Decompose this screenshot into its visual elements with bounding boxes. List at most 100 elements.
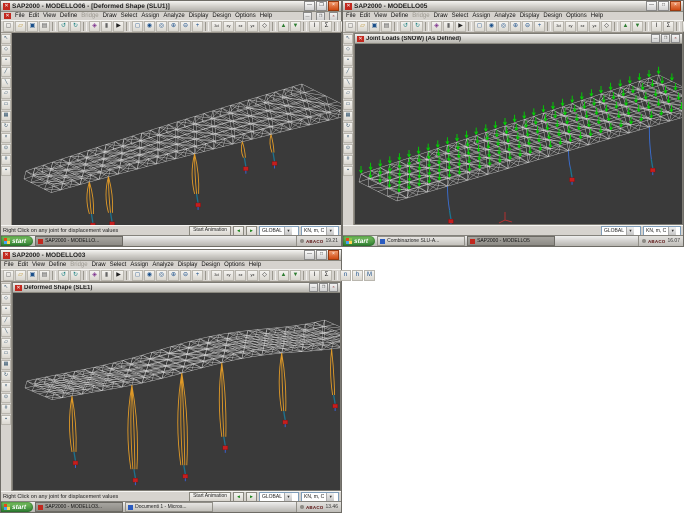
- toolbar-print-button[interactable]: ▤: [39, 270, 50, 281]
- side-toolbar-more-tools-button[interactable]: ▪: [1, 166, 11, 176]
- toolbar-lock-model-button[interactable]: ▮: [101, 270, 112, 281]
- units-select[interactable]: KN, m, C▼: [643, 226, 681, 236]
- toolbar-restore-full-view-button[interactable]: ◉: [486, 21, 497, 32]
- toolbar-redo-button[interactable]: ↻: [412, 21, 423, 32]
- start-button[interactable]: start: [1, 236, 33, 246]
- menu-item-help[interactable]: Help: [591, 13, 603, 19]
- side-toolbar-select-all-button[interactable]: ▦: [343, 111, 353, 121]
- menu-item-define[interactable]: Define: [60, 13, 77, 19]
- menu-item-assign[interactable]: Assign: [141, 13, 159, 19]
- toolbar-up-one-gridline-button[interactable]: ▲: [620, 21, 631, 32]
- units-select[interactable]: KN, m, C▼: [301, 492, 339, 502]
- child-minimize-button[interactable]: —: [309, 283, 318, 292]
- toolbar-quick-draw-brace-button[interactable]: h: [352, 270, 363, 281]
- minimize-button[interactable]: —: [304, 1, 315, 11]
- side-toolbar-draw-frame-button[interactable]: ╱: [343, 67, 353, 77]
- side-toolbar-quick-draw-area-button[interactable]: ▭: [343, 100, 353, 110]
- toolbar-redo-button[interactable]: ↻: [70, 270, 81, 281]
- side-toolbar-draw-joint-button[interactable]: •: [1, 56, 11, 66]
- toolbar-xy-view-button[interactable]: xy: [565, 21, 576, 32]
- toolbar-pan-button[interactable]: +: [534, 21, 545, 32]
- toolbar-assign-frame-sections-button[interactable]: I: [651, 21, 662, 32]
- toolbar-rubber-band-zoom-button[interactable]: ◻: [132, 270, 143, 281]
- child-title-bar[interactable]: ✕ Deformed Shape (SLE1) — ❐ ×: [13, 283, 340, 293]
- next-step-button[interactable]: ►: [246, 226, 257, 236]
- menu-item-assign[interactable]: Assign: [472, 13, 490, 19]
- side-toolbar-select-all-button[interactable]: ▦: [1, 360, 11, 370]
- side-toolbar-show-grid-button[interactable]: #: [1, 404, 11, 414]
- toolbar-print-button[interactable]: ▤: [381, 21, 392, 32]
- child-restore-button[interactable]: ❐: [319, 283, 328, 292]
- toolbar-zoom-in-button[interactable]: ⊕: [510, 21, 521, 32]
- toolbar-restore-full-view-button[interactable]: ◉: [144, 270, 155, 281]
- menu-item-file[interactable]: File: [15, 13, 25, 19]
- toolbar-show-member-forces-button[interactable]: Σ: [321, 21, 332, 32]
- minimize-button[interactable]: —: [304, 250, 315, 260]
- toolbar-assign-frame-sections-button[interactable]: I: [309, 270, 320, 281]
- toolbar-open-file-button[interactable]: ▱: [15, 270, 26, 281]
- child-close-button[interactable]: ×: [671, 34, 680, 43]
- menu-item-design[interactable]: Design: [543, 13, 562, 19]
- side-toolbar-pointer-button[interactable]: ↖: [1, 34, 11, 44]
- side-toolbar-reshape-element-button[interactable]: ◇: [343, 45, 353, 55]
- side-toolbar-pointer-button[interactable]: ↖: [1, 283, 11, 293]
- toolbar-open-file-button[interactable]: ▱: [357, 21, 368, 32]
- side-toolbar-clear-selection-button[interactable]: ×: [343, 133, 353, 143]
- menu-item-draw[interactable]: Draw: [103, 13, 117, 19]
- title-bar[interactable]: ✕ SAP2000 - MODELLO05 — □ ×: [343, 1, 683, 12]
- menu-item-file[interactable]: File: [346, 13, 356, 19]
- close-button[interactable]: ×: [328, 1, 339, 11]
- taskbar-item[interactable]: SAP2000 - MODELLO3...: [35, 502, 123, 512]
- toolbar-down-one-gridline-button[interactable]: ▼: [632, 21, 643, 32]
- toolbar-quick-draw-beam-button[interactable]: M: [364, 270, 375, 281]
- menu-item-display[interactable]: Display: [178, 262, 198, 268]
- menu-item-analyze[interactable]: Analyze: [163, 13, 184, 19]
- model-viewport[interactable]: [355, 44, 682, 224]
- menu-item-file[interactable]: File: [4, 262, 14, 268]
- toolbar-yz-view-button[interactable]: yz: [247, 270, 258, 281]
- side-toolbar-snap-to-joints-button[interactable]: ⊙: [1, 144, 11, 154]
- menu-item-assign[interactable]: Assign: [130, 262, 148, 268]
- coordinate-system-select[interactable]: GLOBAL▼: [601, 226, 641, 236]
- start-button[interactable]: start: [343, 236, 375, 246]
- model-viewport[interactable]: [13, 293, 340, 490]
- side-toolbar-draw-frame-button[interactable]: ╱: [1, 67, 11, 77]
- toolbar-zoom-out-button[interactable]: ⊖: [180, 270, 191, 281]
- side-toolbar-clear-selection-button[interactable]: ×: [1, 382, 11, 392]
- coordinate-system-select[interactable]: GLOBAL▼: [259, 226, 299, 236]
- toolbar-pan-button[interactable]: +: [192, 270, 203, 281]
- menu-item-define[interactable]: Define: [391, 13, 408, 19]
- menu-item-options[interactable]: Options: [566, 13, 587, 19]
- side-toolbar-previous-selection-button[interactable]: ↻: [1, 122, 11, 132]
- menu-item-analyze[interactable]: Analyze: [152, 262, 173, 268]
- side-toolbar-snap-to-joints-button[interactable]: ⊙: [343, 144, 353, 154]
- menu-item-define[interactable]: Define: [49, 262, 66, 268]
- toolbar-lock-model-button[interactable]: ▮: [443, 21, 454, 32]
- toolbar-lock-model-button[interactable]: ▮: [101, 21, 112, 32]
- toolbar-up-one-gridline-button[interactable]: ▲: [278, 270, 289, 281]
- restore-button[interactable]: ❐: [316, 1, 327, 11]
- side-toolbar-previous-selection-button[interactable]: ↻: [1, 371, 11, 381]
- title-bar[interactable]: ✕ SAP2000 - MODELLO06 - [Deformed Shape …: [1, 1, 341, 12]
- toolbar-3d-view-button[interactable]: 3d: [211, 270, 222, 281]
- toolbar-3d-view-button[interactable]: 3d: [553, 21, 564, 32]
- menu-item-view[interactable]: View: [43, 13, 56, 19]
- toolbar-undo-button[interactable]: ↺: [400, 21, 411, 32]
- start-animation-button[interactable]: Start Animation: [189, 226, 231, 236]
- toolbar-previous-zoom-button[interactable]: ◎: [156, 270, 167, 281]
- menu-item-edit[interactable]: Edit: [360, 13, 370, 19]
- toolbar-pan-button[interactable]: +: [192, 21, 203, 32]
- menu-item-options[interactable]: Options: [224, 262, 245, 268]
- side-toolbar-snap-to-joints-button[interactable]: ⊙: [1, 393, 11, 403]
- next-step-button[interactable]: ►: [246, 492, 257, 502]
- toolbar-redo-button[interactable]: ↻: [70, 21, 81, 32]
- child-minimize-button[interactable]: —: [651, 34, 660, 43]
- maximize-button[interactable]: □: [658, 1, 669, 11]
- minimize-button[interactable]: —: [646, 1, 657, 11]
- close-button[interactable]: ×: [670, 1, 681, 11]
- toolbar-new-model-button[interactable]: ▢: [345, 21, 356, 32]
- close-button[interactable]: ×: [328, 250, 339, 260]
- menu-item-design[interactable]: Design: [212, 13, 231, 19]
- side-toolbar-more-tools-button[interactable]: ▪: [1, 415, 11, 425]
- menu-item-help[interactable]: Help: [260, 13, 272, 19]
